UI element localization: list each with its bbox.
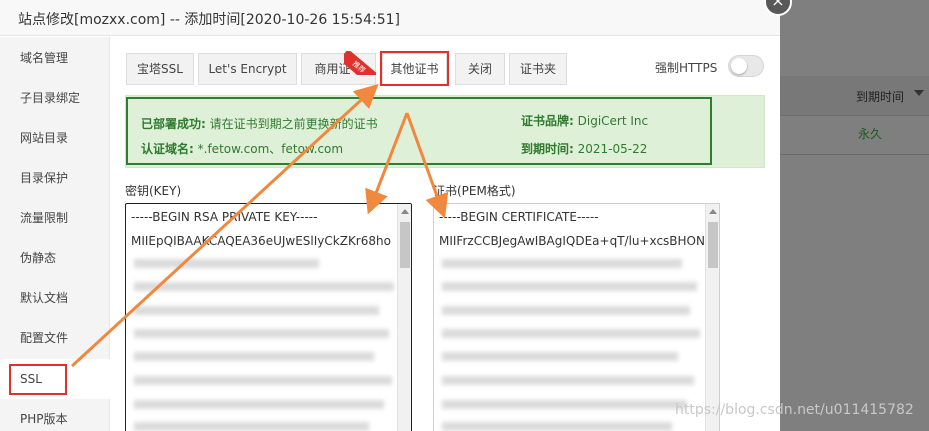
key-scrollbar[interactable] [397,204,411,431]
cert-domain: 认证域名: *.fetow.com、fetow.com [141,142,344,156]
scroll-up-icon[interactable] [709,209,717,214]
sidebar-item-domain[interactable]: 域名管理 [0,38,110,78]
tab-cert-folder[interactable]: 证书夹 [509,53,567,85]
tab-highlight-box [380,51,449,86]
key-line-begin: -----BEGIN RSA PRIVATE KEY----- [131,210,318,224]
cert-brand: 证书品牌: DigiCert Inc [521,114,649,128]
background-page [780,0,929,431]
background-row-divider [780,154,929,155]
key-field-label: 密钥(KEY) [125,184,182,198]
sidebar-item-rewrite[interactable]: 伪静态 [0,238,110,278]
site-edit-dialog: 站点修改[mozxx.com] -- 添加时间[2020-10-26 15:54… [0,0,780,431]
tab-baota-ssl[interactable]: 宝塔SSL [126,53,194,85]
recommend-badge: 推荐 [344,51,376,75]
force-https-label: 强制HTTPS [655,61,718,75]
tab-lets-encrypt[interactable]: Let's Encrypt [198,53,297,85]
background-expiry-cell: 永久 [858,127,883,141]
private-key-textarea[interactable]: -----BEGIN RSA PRIVATE KEY----- MIIEpQIB… [125,203,412,431]
sidebar-item-default-doc[interactable]: 默认文档 [0,278,110,318]
scroll-up-icon[interactable] [401,209,409,214]
key-line-first: MIIEpQIBAAKCAQEA36eUJwESlIyCkZKr68ho [131,234,391,248]
watermark-text: https://blog.csdn.net/u011415782 [675,402,914,418]
force-https-toggle[interactable] [728,55,764,77]
cert-scrollbar[interactable] [705,204,719,431]
cert-field-label: 证书(PEM格式) [433,184,516,198]
toggle-knob [731,58,747,74]
cert-expiry: 到期时间: 2021-05-22 [521,142,648,156]
scroll-thumb[interactable] [708,222,718,268]
background-column-header: 到期时间 [856,90,905,104]
deployed-status: 已部署成功: 请在证书到期之前更换新的证书 [141,117,378,131]
sidebar-item-php-version[interactable]: PHP版本 [0,399,110,431]
background-table-header [780,76,929,116]
sidebar-item-site-directory[interactable]: 网站目录 [0,118,110,158]
dialog-title: 站点修改[mozxx.com] -- 添加时间[2020-10-26 15:54… [0,0,780,36]
cert-line-begin: -----BEGIN CERTIFICATE----- [439,210,599,224]
ssl-highlight-box [9,364,67,395]
sidebar-item-dir-protection[interactable]: 目录保护 [0,158,110,198]
sidebar-item-traffic-limit[interactable]: 流量限制 [0,198,110,238]
tab-close[interactable]: 关闭 [455,53,505,85]
sort-desc-icon [914,90,924,96]
scroll-thumb[interactable] [400,222,410,268]
sidebar-item-subdir-binding[interactable]: 子目录绑定 [0,78,110,118]
sidebar-item-config-file[interactable]: 配置文件 [0,318,110,358]
cert-line-first: MIIFrzCCBJegAwIBAgIQDEa+qT/lu+xcsBHON [439,234,705,248]
certificate-textarea[interactable]: -----BEGIN CERTIFICATE----- MIIFrzCCBJeg… [433,203,720,431]
